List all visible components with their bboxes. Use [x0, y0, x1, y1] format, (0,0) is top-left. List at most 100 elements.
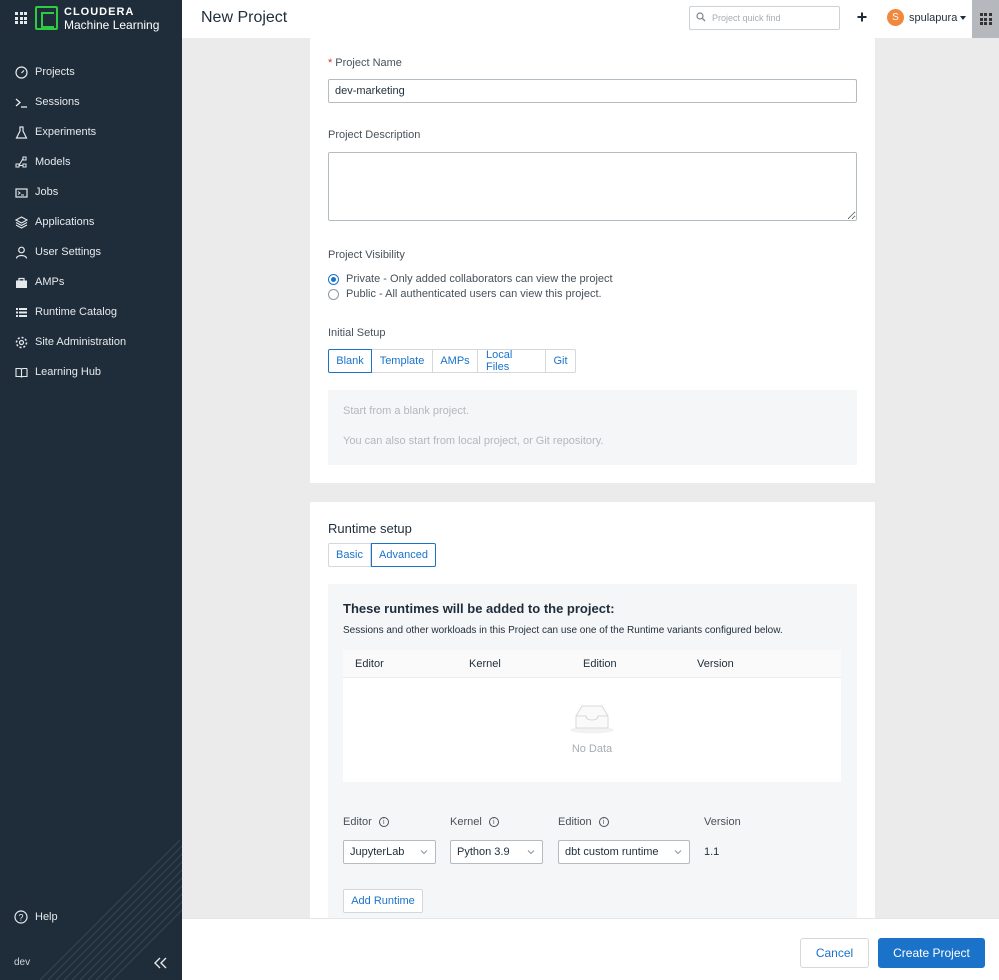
project-description-label: Project Description [328, 129, 421, 141]
list-icon [15, 306, 28, 319]
blank-hint-secondary: You can also start from local project, o… [343, 435, 604, 447]
sidebar-item-label: Models [35, 156, 71, 168]
svg-text:?: ? [18, 913, 23, 923]
jobs-icon [15, 186, 28, 199]
sidebar-item-label: User Settings [35, 246, 102, 258]
sidebar-item-applications[interactable]: Applications [0, 207, 182, 237]
sidebar-item-label: Applications [35, 216, 95, 228]
username: spulapura [909, 11, 958, 24]
user-menu[interactable]: S spulapura [887, 9, 967, 26]
sidebar-nav: Projects Sessions Experiments Models Job… [0, 57, 182, 387]
editor-label-text: Editor [343, 816, 372, 828]
runtime-setup-card: Runtime setup Basic Advanced These runti… [310, 502, 875, 920]
flask-icon [15, 125, 28, 139]
project-name-input[interactable] [328, 79, 857, 103]
radio-private[interactable] [328, 273, 339, 285]
kernel-select-value: Python 3.9 [457, 846, 510, 858]
search-input[interactable] [712, 13, 832, 23]
editor-label: Editor i [343, 816, 389, 828]
empty-inbox-icon [570, 705, 614, 734]
empty-state-text: No Data [571, 743, 613, 755]
gauge-icon [15, 65, 28, 79]
radio-label: Private - Only added collaborators can v… [346, 273, 613, 285]
project-description-textarea[interactable] [328, 152, 857, 221]
tab-amps[interactable]: AMPs [433, 349, 478, 373]
advanced-runtime-panel: These runtimes will be added to the proj… [328, 584, 857, 920]
help-link[interactable]: ? Help [14, 910, 58, 924]
tab-advanced[interactable]: Advanced [371, 543, 436, 567]
visibility-public-option[interactable]: Public - All authenticated users can vie… [328, 288, 602, 300]
bag-icon [15, 276, 28, 289]
brand: CLOUDERA Machine Learning [0, 0, 182, 38]
grid-icon [979, 13, 992, 25]
models-icon [15, 156, 28, 169]
book-icon [15, 366, 28, 379]
edition-select[interactable]: dbt custom runtime [558, 840, 690, 864]
search-icon [696, 11, 706, 25]
collapse-sidebar-icon[interactable] [152, 955, 168, 971]
kernel-select[interactable]: Python 3.9 [450, 840, 543, 864]
visibility-private-option[interactable]: Private - Only added collaborators can v… [328, 273, 613, 285]
sidebar-item-models[interactable]: Models [0, 147, 182, 177]
kernel-label-text: Kernel [450, 816, 482, 828]
sidebar-item-site-administration[interactable]: Site Administration [0, 327, 182, 357]
sidebar-item-label: Learning Hub [35, 366, 102, 378]
sidebar-item-label: Experiments [35, 126, 97, 138]
sidebar-item-learning-hub[interactable]: Learning Hub [0, 357, 182, 387]
help-label: Help [35, 911, 58, 923]
sidebar-item-jobs[interactable]: Jobs [0, 177, 182, 207]
sidebar-item-amps[interactable]: AMPs [0, 267, 182, 297]
add-icon[interactable] [855, 10, 869, 24]
app-switcher-icon[interactable] [15, 12, 27, 24]
project-visibility-label: Project Visibility [328, 249, 405, 261]
runtimes-added-description: Sessions and other workloads in this Pro… [343, 625, 783, 636]
create-project-button[interactable]: Create Project [878, 938, 985, 968]
info-icon[interactable]: i [378, 817, 389, 827]
sidebar-item-label: Sessions [35, 96, 80, 108]
tab-template[interactable]: Template [372, 349, 433, 373]
sidebar-item-label: AMPs [35, 276, 65, 288]
caret-down-icon [960, 15, 967, 20]
chevron-down-icon [674, 850, 682, 855]
user-icon [15, 246, 28, 259]
initial-setup-tabs: Blank Template AMPs Local Files Git [328, 349, 576, 373]
tab-basic[interactable]: Basic [328, 543, 371, 567]
info-icon[interactable]: i [488, 817, 499, 827]
add-runtime-button[interactable]: Add Runtime [343, 889, 423, 913]
runtimes-added-title: These runtimes will be added to the proj… [343, 601, 615, 616]
sidebar-item-label: Projects [35, 66, 75, 78]
column-kernel: Kernel [469, 657, 501, 670]
cancel-button[interactable]: Cancel [800, 938, 869, 968]
chevron-down-icon [420, 850, 428, 855]
sidebar-item-runtime-catalog[interactable]: Runtime Catalog [0, 297, 182, 327]
info-icon[interactable]: i [598, 817, 609, 827]
terminal-icon [15, 96, 28, 109]
sidebar-item-sessions[interactable]: Sessions [0, 87, 182, 117]
column-editor: Editor [355, 657, 384, 670]
sidebar: CLOUDERA Machine Learning Projects Sessi… [0, 0, 182, 980]
tab-git[interactable]: Git [546, 349, 576, 373]
cloudera-logo-icon [35, 6, 58, 30]
radio-public[interactable] [328, 288, 339, 300]
editor-select-value: JupyterLab [350, 846, 405, 858]
version-value: 1.1 [704, 846, 720, 858]
sidebar-item-user-settings[interactable]: User Settings [0, 237, 182, 267]
sidebar-item-experiments[interactable]: Experiments [0, 117, 182, 147]
project-details-card: *Project Name Project Description Projec… [310, 38, 875, 483]
blank-hint: Start from a blank project. [343, 405, 469, 417]
apps-menu-button[interactable] [972, 0, 999, 38]
runtime-tabs: Basic Advanced [328, 543, 436, 567]
brand-product: Machine Learning [64, 18, 160, 32]
project-quick-find[interactable] [689, 6, 840, 30]
initial-setup-label: Initial Setup [328, 327, 386, 339]
sidebar-item-projects[interactable]: Projects [0, 57, 182, 87]
page-title: New Project [201, 9, 288, 26]
tab-blank[interactable]: Blank [328, 349, 372, 373]
editor-select[interactable]: JupyterLab [343, 840, 436, 864]
runtime-setup-title: Runtime setup [328, 521, 412, 536]
project-name-label-text: Project Name [335, 57, 402, 69]
project-name-label: * Project Name [328, 57, 402, 69]
tab-local-files[interactable]: Local Files [478, 349, 546, 373]
chevron-down-icon [527, 850, 535, 855]
radio-label: Public - All authenticated users can vie… [346, 288, 602, 300]
